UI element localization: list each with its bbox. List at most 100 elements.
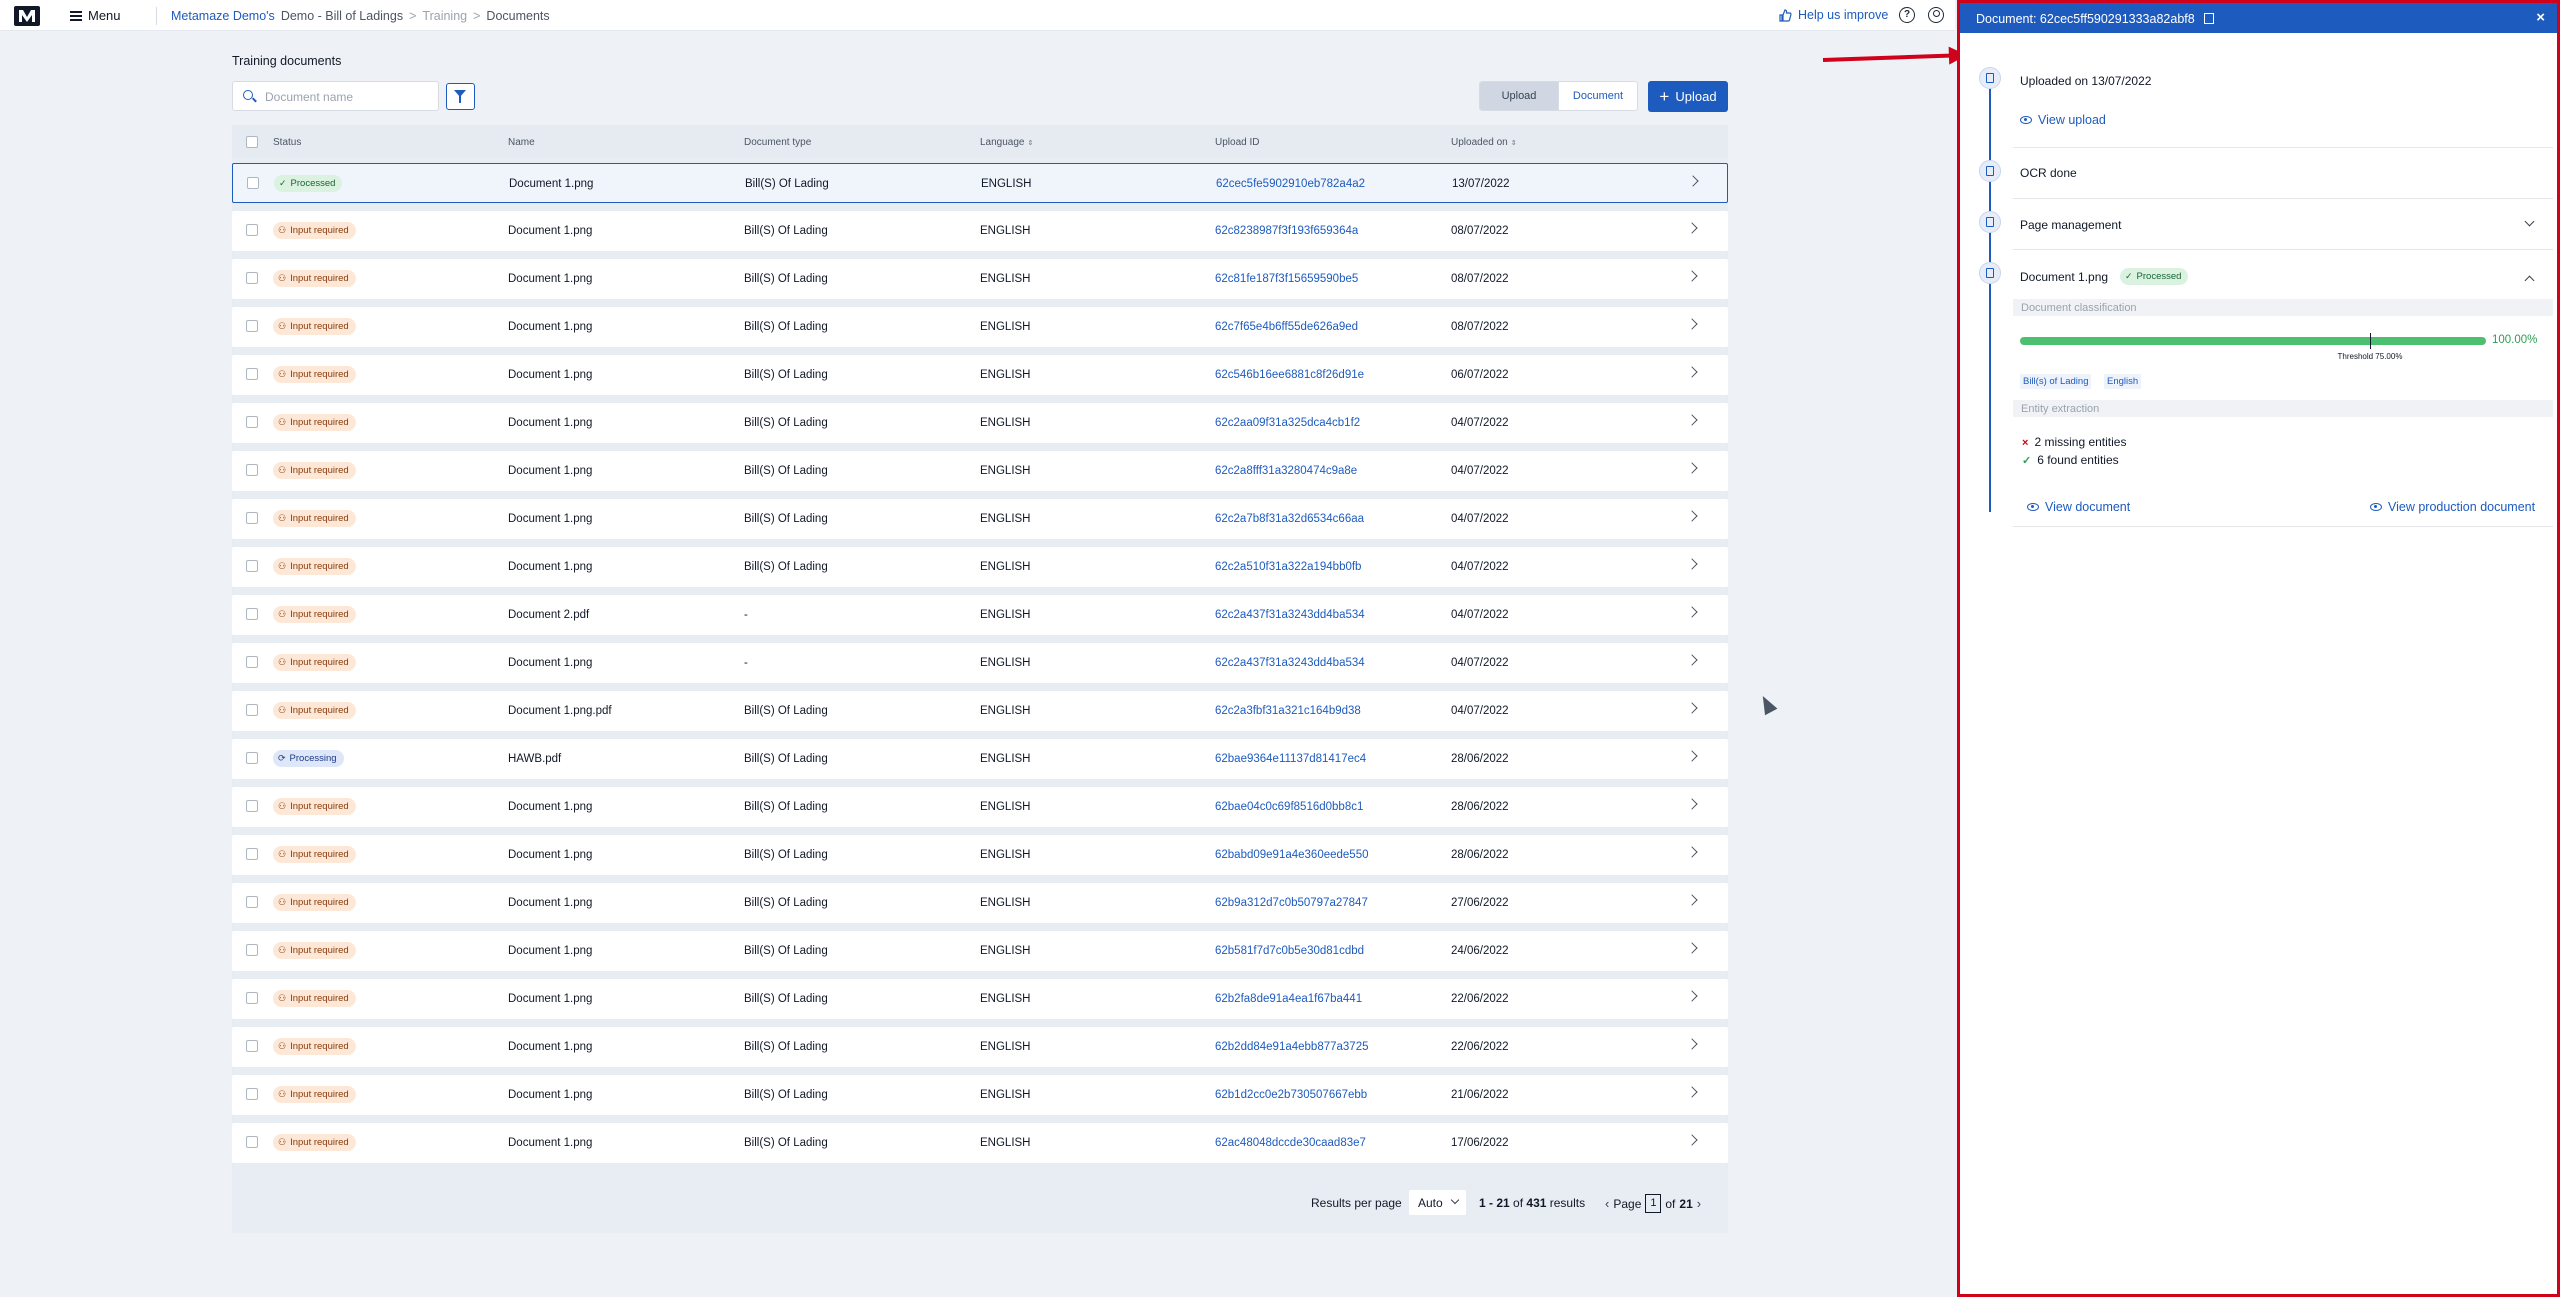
chevron-right-icon[interactable] xyxy=(1686,990,1698,1002)
chevron-right-icon[interactable] xyxy=(1686,1038,1698,1050)
table-row[interactable]: ✓ Processed Document 1.png Bill(S) Of Ladin… xyxy=(232,163,1728,203)
chevron-right-icon[interactable] xyxy=(1686,270,1698,282)
table-row[interactable]: ⚇ Input required Document 2.pdf - ENGLISH 62c… xyxy=(232,595,1728,635)
help-us-improve-link[interactable]: Help us improve xyxy=(1779,8,1888,22)
chevron-right-icon[interactable] xyxy=(1686,894,1698,906)
table-row[interactable]: ⚇ Input required Document 1.png Bill(S) Of … xyxy=(232,979,1728,1019)
row-checkbox[interactable] xyxy=(246,608,258,620)
row-checkbox[interactable] xyxy=(246,752,258,764)
classification-chip-doctype[interactable]: Bill(s) of Lading xyxy=(2020,374,2092,389)
chevron-right-icon[interactable] xyxy=(1686,606,1698,618)
row-checkbox[interactable] xyxy=(246,512,258,524)
chevron-right-icon[interactable] xyxy=(1686,654,1698,666)
table-row[interactable]: ⚇ Input required Document 1.png Bill(S) Of … xyxy=(232,355,1728,395)
row-checkbox[interactable] xyxy=(246,368,258,380)
chevron-right-icon[interactable] xyxy=(1686,510,1698,522)
table-row[interactable]: ⚇ Input required Document 1.png - ENGLISH 62c… xyxy=(232,643,1728,683)
row-checkbox[interactable] xyxy=(246,656,258,668)
select-all-checkbox[interactable] xyxy=(246,136,258,148)
cell-upload-id[interactable]: 62b1d2cc0e2b730507667ebb xyxy=(1215,1089,1367,1101)
chevron-right-icon[interactable] xyxy=(1686,222,1698,234)
table-row[interactable]: ⚇ Input required Document 1.png Bill(S) Of … xyxy=(232,499,1728,539)
cell-upload-id[interactable]: 62cec5fe5902910eb782a4a2 xyxy=(1216,178,1365,190)
row-checkbox[interactable] xyxy=(246,1040,258,1052)
view-upload-link[interactable]: View upload xyxy=(2020,113,2106,127)
cell-upload-id[interactable]: 62c81fe187f3f15659590be5 xyxy=(1215,273,1358,285)
chevron-right-icon[interactable] xyxy=(1686,942,1698,954)
table-row[interactable]: ⚇ Input required Document 1.png Bill(S) Of … xyxy=(232,451,1728,491)
table-row[interactable]: ⚇ Input required Document 1.png Bill(S) Of … xyxy=(232,1075,1728,1115)
cell-upload-id[interactable]: 62c546b16ee6881c8f26d91e xyxy=(1215,369,1364,381)
table-row[interactable]: ⚇ Input required Document 1.png Bill(S) Of … xyxy=(232,403,1728,443)
row-checkbox[interactable] xyxy=(246,992,258,1004)
table-row[interactable]: ⚇ Input required Document 1.png Bill(S) Of … xyxy=(232,787,1728,827)
row-checkbox[interactable] xyxy=(246,464,258,476)
row-checkbox[interactable] xyxy=(246,272,258,284)
filter-button[interactable] xyxy=(446,83,475,110)
cell-upload-id[interactable]: 62c2a437f31a3243dd4ba534 xyxy=(1215,609,1365,621)
cell-upload-id[interactable]: 62b581f7d7c0b5e30d81cdbd xyxy=(1215,945,1364,957)
table-row[interactable]: ⚇ Input required Document 1.png Bill(S) Of … xyxy=(232,1027,1728,1067)
chevron-right-icon[interactable] xyxy=(1686,702,1698,714)
help-question-icon[interactable]: ? xyxy=(1899,7,1915,23)
column-header-language[interactable]: Language ⇕ xyxy=(980,137,1033,148)
row-checkbox[interactable] xyxy=(246,704,258,716)
table-row[interactable]: ⚇ Input required Document 1.png Bill(S) Of … xyxy=(232,211,1728,251)
cell-upload-id[interactable]: 62c2a7b8f31a32d6534c66aa xyxy=(1215,513,1364,525)
chevron-right-icon[interactable] xyxy=(1686,414,1698,426)
chevron-right-icon[interactable] xyxy=(1686,798,1698,810)
row-checkbox[interactable] xyxy=(246,1088,258,1100)
cell-upload-id[interactable]: 62c2a3fbf31a321c164b9d38 xyxy=(1215,705,1361,717)
row-checkbox[interactable] xyxy=(246,560,258,572)
table-row[interactable]: ⚇ Input required Document 1.png Bill(S) Of … xyxy=(232,835,1728,875)
chevron-right-icon[interactable] xyxy=(1686,846,1698,858)
table-row[interactable]: ⚇ Input required Document 1.png Bill(S) Of … xyxy=(232,307,1728,347)
page-number-input[interactable]: 1 xyxy=(1645,1194,1662,1213)
row-checkbox[interactable] xyxy=(246,944,258,956)
row-checkbox[interactable] xyxy=(246,416,258,428)
table-row[interactable]: ⚇ Input required Document 1.png Bill(S) Of … xyxy=(232,931,1728,971)
table-row[interactable]: ⚇ Input required Document 1.png.pdf Bill(S)… xyxy=(232,691,1728,731)
chevron-right-icon[interactable] xyxy=(1686,1134,1698,1146)
cell-upload-id[interactable]: 62b2fa8de91a4ea1f67ba441 xyxy=(1215,993,1362,1005)
cell-upload-id[interactable]: 62c8238987f3f193f659364a xyxy=(1215,225,1358,237)
row-checkbox[interactable] xyxy=(246,1136,258,1148)
breadcrumb-item-training[interactable]: Training xyxy=(422,9,467,23)
close-icon[interactable]: × xyxy=(2536,9,2545,26)
cell-upload-id[interactable]: 62babd09e91a4e360eede550 xyxy=(1215,849,1369,861)
cell-upload-id[interactable]: 62b9a312d7c0b50797a27847 xyxy=(1215,897,1368,909)
toggle-document[interactable]: Document xyxy=(1558,82,1637,110)
chevron-down-icon[interactable] xyxy=(2524,216,2535,227)
search-input[interactable] xyxy=(265,88,430,106)
cell-upload-id[interactable]: 62ac48048dccde30caad83e7 xyxy=(1215,1137,1366,1149)
chevron-right-icon[interactable] xyxy=(1687,175,1699,187)
copy-icon[interactable] xyxy=(2204,13,2215,24)
cell-upload-id[interactable]: 62c2aa09f31a325dca4cb1f2 xyxy=(1215,417,1360,429)
page-management-toggle[interactable]: Page management xyxy=(2020,218,2121,232)
row-checkbox[interactable] xyxy=(246,320,258,332)
chevron-right-icon[interactable] xyxy=(1686,558,1698,570)
breadcrumb-item-project[interactable]: Metamaze Demo's xyxy=(171,9,275,23)
cell-upload-id[interactable]: 62c2a510f31a322a194bb0fb xyxy=(1215,561,1361,573)
chevron-right-icon[interactable] xyxy=(1686,1086,1698,1098)
classification-chip-language[interactable]: English xyxy=(2104,374,2142,389)
cell-upload-id[interactable]: 62bae04c0c69f8516d0bb8c1 xyxy=(1215,801,1363,813)
table-row[interactable]: ⚇ Input required Document 1.png Bill(S) Of … xyxy=(232,259,1728,299)
table-row[interactable]: ⚇ Input required Document 1.png Bill(S) Of … xyxy=(232,883,1728,923)
chevron-right-icon[interactable] xyxy=(1686,462,1698,474)
chevron-right-icon[interactable] xyxy=(1686,366,1698,378)
table-row[interactable]: ⚇ Input required Document 1.png Bill(S) Of … xyxy=(232,1123,1728,1163)
upload-button[interactable]: + Upload xyxy=(1648,81,1728,112)
chevron-up-icon[interactable] xyxy=(2524,275,2535,286)
row-checkbox[interactable] xyxy=(246,848,258,860)
results-per-page-select[interactable]: Auto xyxy=(1409,1190,1466,1215)
table-row[interactable]: ⚇ Input required Document 1.png Bill(S) Of … xyxy=(232,547,1728,587)
row-checkbox[interactable] xyxy=(246,224,258,236)
row-checkbox[interactable] xyxy=(246,800,258,812)
cell-upload-id[interactable]: 62c7f65e4b6ff55de626a9ed xyxy=(1215,321,1358,333)
view-document-link[interactable]: View document xyxy=(2027,500,2130,514)
prev-page-icon[interactable]: ‹ xyxy=(1605,1196,1609,1211)
chevron-right-icon[interactable] xyxy=(1686,318,1698,330)
toggle-upload[interactable]: Upload xyxy=(1480,82,1558,110)
cell-upload-id[interactable]: 62c2a8fff31a3280474c9a8e xyxy=(1215,465,1357,477)
